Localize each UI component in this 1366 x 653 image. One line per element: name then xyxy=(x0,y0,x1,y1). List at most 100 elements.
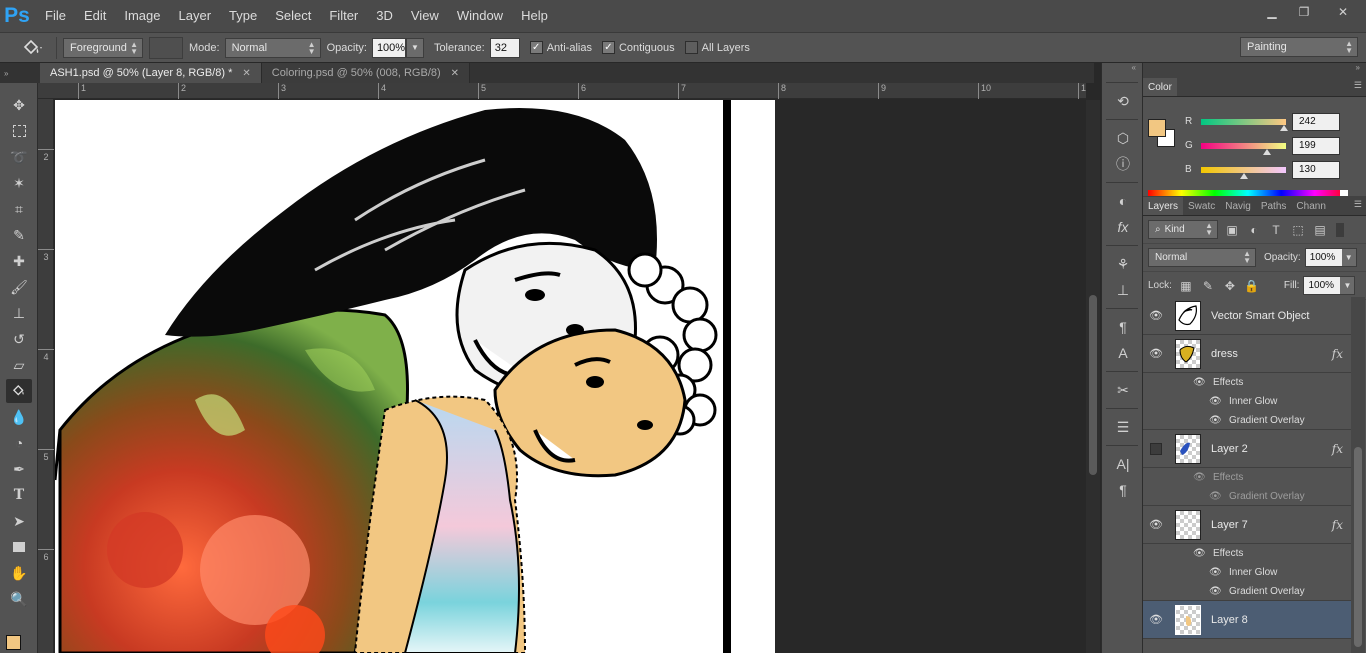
path-selection-tool-icon[interactable]: ➤ xyxy=(6,509,32,533)
visibility-eye-icon[interactable]: 👁 xyxy=(1209,586,1225,597)
effects-row[interactable]: 👁 Effects xyxy=(1143,373,1351,392)
fill-input[interactable]: 100% ▼ xyxy=(1303,276,1356,295)
eyedropper-tool-icon[interactable]: ✎ xyxy=(6,223,32,247)
paint-bucket-tool-icon[interactable] xyxy=(6,379,32,403)
type-layer-filter-icon[interactable]: T xyxy=(1268,222,1284,238)
tolerance-input[interactable]: 32 xyxy=(489,37,520,58)
blue-slider[interactable]: B 130 xyxy=(1183,161,1363,181)
crop-tool-icon[interactable]: ⌗ xyxy=(6,197,32,221)
tab-close-icon[interactable]: ✕ xyxy=(242,68,250,79)
opacity-input[interactable]: 100% xyxy=(371,37,406,58)
smart-object-filter-icon[interactable]: ▤ xyxy=(1312,222,1328,238)
layer-effects-icon[interactable]: fx xyxy=(1332,442,1343,456)
shape-layer-filter-icon[interactable]: ⬚ xyxy=(1290,222,1306,238)
menu-type[interactable]: Type xyxy=(220,0,266,32)
panel-menu-icon[interactable]: ☰ xyxy=(1354,199,1362,210)
properties-panel-icon[interactable]: ☰ xyxy=(1108,414,1138,440)
type-tool-icon[interactable]: T xyxy=(6,483,32,507)
visibility-eye-icon[interactable]: 👁 xyxy=(1143,518,1169,531)
rectangle-tool-icon[interactable] xyxy=(6,535,32,559)
visibility-toggle-hidden[interactable] xyxy=(1150,442,1162,455)
red-track[interactable] xyxy=(1201,119,1286,125)
paint-bucket-preset-icon[interactable] xyxy=(12,35,52,61)
brush-presets-panel-icon[interactable]: ⚘ xyxy=(1108,251,1138,277)
character-panel-icon[interactable]: A| xyxy=(1108,451,1138,477)
healing-brush-tool-icon[interactable]: ✚ xyxy=(6,249,32,273)
paragraph-panel-icon[interactable]: ¶ xyxy=(1108,477,1138,503)
red-slider[interactable]: R 242 xyxy=(1183,113,1363,133)
pixel-layer-filter-icon[interactable]: ▣ xyxy=(1224,222,1240,238)
opacity-dropdown-button[interactable]: ▼ xyxy=(405,37,424,58)
effect-row[interactable]: 👁 Gradient Overlay xyxy=(1143,582,1351,601)
effects-row[interactable]: 👁 Effects xyxy=(1143,468,1351,487)
visibility-eye-icon[interactable]: 👁 xyxy=(1143,613,1169,626)
hand-tool-icon[interactable]: ✋ xyxy=(6,561,32,585)
layers-scrollbar[interactable] xyxy=(1351,297,1365,653)
document-canvas[interactable] xyxy=(55,100,775,653)
layer-name[interactable]: Layer 2 xyxy=(1211,443,1248,455)
green-slider[interactable]: G 199 xyxy=(1183,137,1363,157)
menu-filter[interactable]: Filter xyxy=(320,0,367,32)
pen-tool-icon[interactable]: ✒ xyxy=(6,457,32,481)
fill-source-dropdown[interactable]: Foreground ▲ ▼ xyxy=(63,37,143,58)
visibility-eye-icon[interactable]: 👁 xyxy=(1193,472,1209,483)
menu-help[interactable]: Help xyxy=(512,0,557,32)
clone-stamp-tool-icon[interactable]: ⊥ xyxy=(6,301,32,325)
tab-close-icon[interactable]: ✕ xyxy=(451,68,459,79)
mode-dropdown[interactable]: Normal ▲ ▼ xyxy=(224,37,321,58)
layer-name[interactable]: Layer 7 xyxy=(1211,519,1248,531)
contiguous-checkbox[interactable]: ✓ xyxy=(601,41,615,54)
layer-row[interactable]: Layer 2 fx xyxy=(1143,430,1351,468)
tab-layers[interactable]: Layers xyxy=(1143,197,1184,215)
visibility-eye-icon[interactable]: 👁 xyxy=(1143,309,1169,322)
visibility-eye-icon[interactable]: 👁 xyxy=(1209,491,1225,502)
3d-panel-icon[interactable]: ⬡ xyxy=(1108,125,1138,151)
green-track[interactable] xyxy=(1201,143,1286,149)
foreground-color-swatch[interactable] xyxy=(1148,119,1166,137)
dodge-tool-icon[interactable]: ◔ xyxy=(6,431,32,455)
tab-swatches[interactable]: Swatc xyxy=(1183,197,1220,215)
blue-thumb[interactable] xyxy=(1240,173,1248,179)
eraser-tool-icon[interactable]: ▱ xyxy=(6,353,32,377)
effect-row[interactable]: 👁 Inner Glow xyxy=(1143,392,1351,411)
dropdown-arrow-icon[interactable]: ▼ xyxy=(1341,249,1356,266)
info-panel-icon[interactable]: ⓘ xyxy=(1108,151,1138,177)
tab-paths[interactable]: Paths xyxy=(1256,197,1292,215)
anti-alias-checkbox[interactable]: ✓ xyxy=(529,41,543,54)
blue-value-input[interactable]: 130 xyxy=(1292,161,1340,179)
filter-toggle[interactable] xyxy=(1336,222,1344,237)
adjustments-panel-icon[interactable]: ◐ xyxy=(1108,188,1138,214)
character-styles-panel-icon[interactable]: A xyxy=(1108,340,1138,366)
visibility-eye-icon[interactable]: 👁 xyxy=(1193,377,1209,388)
canvas-vertical-scrollbar[interactable] xyxy=(1086,100,1100,653)
green-thumb[interactable] xyxy=(1263,149,1271,155)
layer-row-selected[interactable]: 👁 Layer 8 xyxy=(1143,601,1351,639)
visibility-eye-icon[interactable]: 👁 xyxy=(1143,347,1169,360)
restore-button[interactable]: ❐ xyxy=(1288,0,1320,24)
green-value-input[interactable]: 199 xyxy=(1292,137,1340,155)
red-thumb[interactable] xyxy=(1280,125,1288,131)
menu-file[interactable]: File xyxy=(36,0,75,32)
layer-name[interactable]: Vector Smart Object xyxy=(1211,310,1309,322)
tab-ash1[interactable]: ASH1.psd @ 50% (Layer 8, RGB/8) * ✕ xyxy=(40,63,262,83)
all-layers-checkbox[interactable] xyxy=(684,41,698,54)
scrollbar-thumb[interactable] xyxy=(1089,295,1097,475)
brush-tool-icon[interactable]: 🖌 xyxy=(6,275,32,299)
workspace-dropdown[interactable]: Painting ▲ ▼ xyxy=(1240,37,1358,57)
layer-name[interactable]: dress xyxy=(1211,348,1238,360)
lock-transparent-icon[interactable]: ▦ xyxy=(1178,278,1194,294)
blend-mode-dropdown[interactable]: Normal ▲ ▼ xyxy=(1148,248,1256,267)
history-panel-icon[interactable]: ⟲ xyxy=(1108,88,1138,114)
layer-opacity-input[interactable]: 100% ▼ xyxy=(1304,248,1357,267)
menu-image[interactable]: Image xyxy=(115,0,169,32)
lock-position-icon[interactable]: ✥ xyxy=(1222,278,1238,294)
color-swatches[interactable] xyxy=(4,631,34,653)
blur-tool-icon[interactable]: 💧 xyxy=(6,405,32,429)
visibility-eye-icon[interactable]: 👁 xyxy=(1209,415,1225,426)
menu-3d[interactable]: 3D xyxy=(367,0,402,32)
magic-wand-tool-icon[interactable]: ✶ xyxy=(6,171,32,195)
menu-select[interactable]: Select xyxy=(266,0,320,32)
history-brush-tool-icon[interactable]: ↺ xyxy=(6,327,32,351)
dock-collapse-icon[interactable]: « xyxy=(1102,63,1142,77)
menu-window[interactable]: Window xyxy=(448,0,512,32)
